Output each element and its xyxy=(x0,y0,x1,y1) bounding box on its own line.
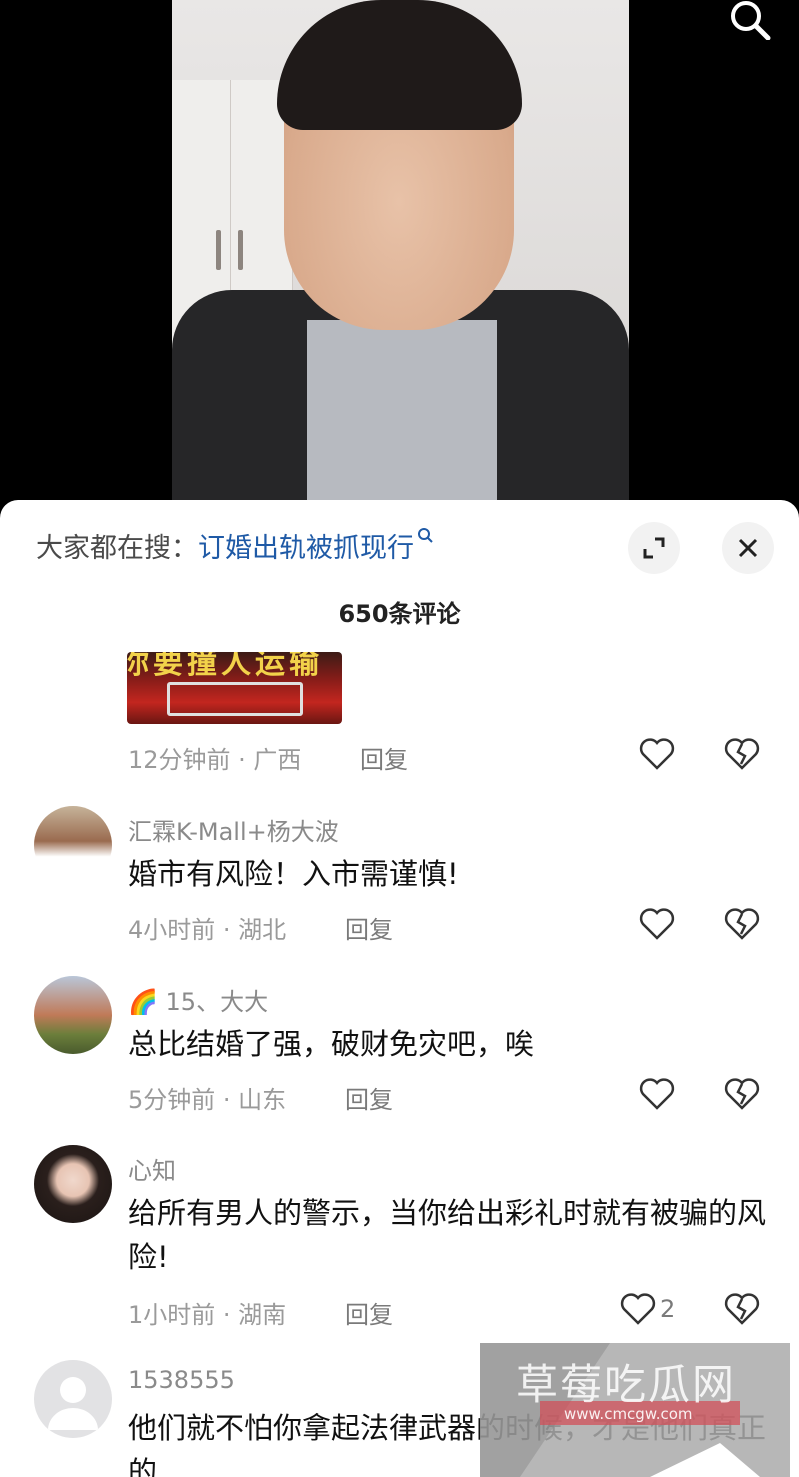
truck-grille xyxy=(167,682,303,716)
default-avatar[interactable] xyxy=(34,1360,112,1438)
comment-username[interactable]: 1538555 xyxy=(128,1366,235,1394)
thumbnail-caption: 你要撞人运输 xyxy=(127,652,323,681)
watermark-title: 草莓吃瓜网 xyxy=(516,1360,737,1409)
comment-text: 总比结婚了强，破财免灾吧，唉 xyxy=(128,1027,535,1061)
comment-username[interactable]: 15、大大 xyxy=(166,988,269,1016)
comment-meta: 5分钟前 · 山东 xyxy=(128,1086,287,1114)
avatar[interactable] xyxy=(34,976,112,1054)
trending-query-link[interactable]: 订婚出轨被抓现行 xyxy=(198,533,414,564)
dislike-broken-heart-icon[interactable] xyxy=(722,904,762,944)
comment-image-thumbnail[interactable]: 你要撞人运输 xyxy=(127,652,342,724)
reply-button[interactable]: 回复 xyxy=(345,910,393,945)
close-icon xyxy=(738,538,758,558)
watermark-url: www.cmcgw.com xyxy=(564,1405,693,1423)
like-heart-icon[interactable] xyxy=(618,1289,658,1329)
comment-text: 给所有男人的警示，当你给出彩礼时就有被骗的风险! xyxy=(128,1196,767,1274)
reply-button[interactable]: 回复 xyxy=(345,1295,393,1330)
small-search-icon xyxy=(418,528,433,543)
video-frame xyxy=(172,0,629,505)
wardrobe-handle xyxy=(216,230,221,270)
person-hair xyxy=(277,0,522,130)
dislike-broken-heart-icon[interactable] xyxy=(722,1074,762,1114)
rainbow-badge-icon: 🌈 xyxy=(128,988,158,1016)
avatar[interactable] xyxy=(34,806,112,884)
search-icon xyxy=(731,1,771,41)
search-button[interactable] xyxy=(720,0,780,41)
reply-button[interactable]: 回复 xyxy=(360,740,408,775)
like-heart-icon[interactable] xyxy=(637,904,677,944)
dislike-broken-heart-icon[interactable] xyxy=(722,734,762,774)
video-player[interactable] xyxy=(0,0,799,520)
user-silhouette-icon xyxy=(48,1377,98,1430)
trending-search: 大家都在搜：订婚出轨被抓现行 xyxy=(36,526,434,565)
comment-count: 650条评论 xyxy=(338,600,461,628)
trending-prefix: 大家都在搜： xyxy=(36,533,198,564)
like-heart-icon[interactable] xyxy=(637,734,677,774)
shirt xyxy=(307,320,497,505)
comment-username[interactable]: 汇霖K-Mall+杨大波 xyxy=(128,812,339,847)
expand-button[interactable] xyxy=(628,522,680,574)
avatar[interactable] xyxy=(34,1145,112,1223)
comment-meta: 1小时前 · 湖南 xyxy=(128,1301,287,1329)
wardrobe-handle xyxy=(238,230,243,270)
comment-meta: 4小时前 · 湖北 xyxy=(128,916,287,944)
comment-text: 婚市有风险！入市需谨慎! xyxy=(128,857,459,891)
expand-icon xyxy=(643,537,665,559)
comment-meta: 12分钟前 · 广西 xyxy=(128,746,302,774)
comment-username[interactable]: 心知 xyxy=(128,1151,176,1186)
dislike-broken-heart-icon[interactable] xyxy=(722,1289,762,1329)
reply-button[interactable]: 回复 xyxy=(345,1080,393,1115)
like-heart-icon[interactable] xyxy=(637,1074,677,1114)
close-button[interactable] xyxy=(722,522,774,574)
like-count: 2 xyxy=(660,1295,676,1323)
watermark: 草莓吃瓜网 www.cmcgw.com xyxy=(480,1343,790,1477)
comment-panel: 大家都在搜：订婚出轨被抓现行 650条评论 你要撞人运输 12分钟前 · 广西 … xyxy=(0,500,799,1477)
comment-username-row: 🌈 15、大大 xyxy=(128,982,268,1017)
